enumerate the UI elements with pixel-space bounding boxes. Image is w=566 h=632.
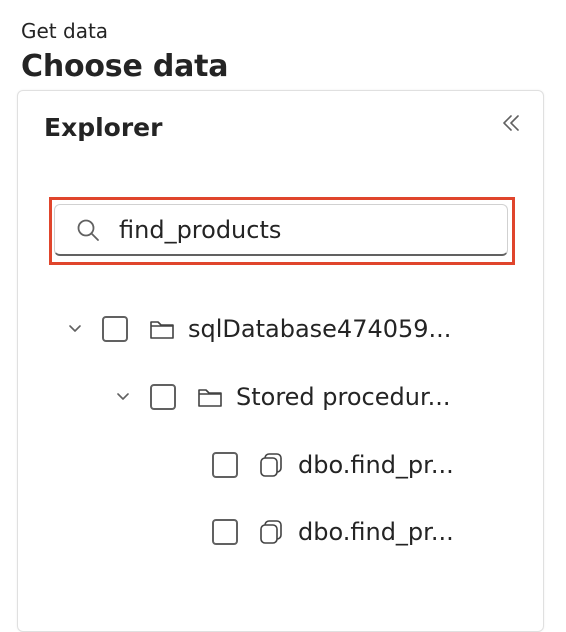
tree-item-checkbox[interactable] xyxy=(212,452,238,478)
tree-item-checkbox[interactable] xyxy=(150,384,176,410)
tree-item-procedure[interactable]: dbo.find_pr... xyxy=(212,512,454,552)
tree-item-database[interactable]: sqlDatabase474059... xyxy=(64,309,451,349)
tree-item-checkbox[interactable] xyxy=(212,519,238,545)
stored-procedure-icon xyxy=(258,519,286,545)
search-input-value[interactable]: find_products xyxy=(119,216,281,244)
dialog-header: Get data Choose data xyxy=(21,17,229,87)
folder-icon xyxy=(196,384,224,410)
tree-item-label: dbo.find_pr... xyxy=(298,518,454,546)
chevron-down-icon[interactable] xyxy=(112,386,134,408)
tree-item-procedure[interactable]: dbo.find_pr... xyxy=(212,445,454,485)
tree-item-stored-procedures[interactable]: Stored procedur... xyxy=(112,377,451,417)
tree-item-label: dbo.find_pr... xyxy=(298,451,454,479)
explorer-panel: Explorer find_products sqlDatabase474059… xyxy=(17,90,544,632)
page-title: Choose data xyxy=(21,49,229,84)
search-input[interactable]: find_products xyxy=(54,204,508,256)
search-icon xyxy=(75,216,103,244)
tree-item-checkbox[interactable] xyxy=(102,316,128,342)
tree-item-label: sqlDatabase474059... xyxy=(188,315,452,343)
stored-procedure-icon xyxy=(258,452,286,478)
explorer-title: Explorer xyxy=(44,113,163,142)
chevron-down-icon[interactable] xyxy=(64,318,86,340)
folder-icon xyxy=(148,316,176,342)
header-subtitle: Get data xyxy=(21,19,109,43)
double-chevron-left-icon xyxy=(500,112,522,138)
tree-item-label: Stored procedur... xyxy=(236,383,451,411)
collapse-explorer-button[interactable] xyxy=(497,111,525,139)
